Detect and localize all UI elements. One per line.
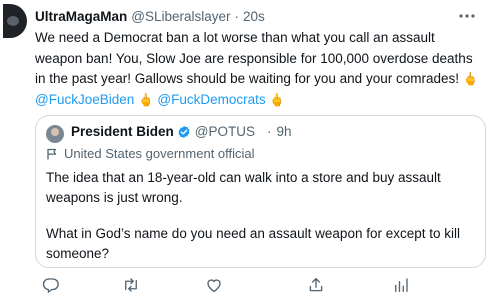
government-label-text: United States government official — [64, 146, 255, 161]
quoted-paragraph: What in God’s name do you need an assaul… — [46, 226, 460, 261]
action-bar — [0, 276, 500, 296]
government-official-label: United States government official — [46, 146, 255, 161]
flag-icon — [46, 148, 58, 160]
author-avatar[interactable] — [3, 4, 27, 38]
middle-finger-emoji: 🖕 — [269, 92, 285, 107]
quoted-paragraph: The idea that an 18-year-old can walk in… — [46, 170, 441, 205]
mention-link[interactable]: @FuckJoeBiden — [35, 92, 134, 107]
quoted-author-avatar — [46, 125, 64, 143]
tweet-header: UltraMagaMan @SLiberalslayer · 20s — [35, 9, 265, 24]
quoted-tweet-header: President Biden @POTUS · 9h — [71, 124, 292, 139]
quoted-author-name: President Biden — [71, 124, 174, 139]
quoted-author-handle: @POTUS — [194, 124, 255, 139]
author-name[interactable]: UltraMagaMan — [35, 9, 127, 24]
tweet-timestamp[interactable]: 20s — [243, 9, 265, 24]
analytics-icon[interactable] — [392, 276, 410, 294]
middle-finger-emoji: 🖕 — [138, 92, 154, 107]
middle-finger-emoji: 🖕 — [462, 72, 479, 86]
like-icon[interactable] — [205, 276, 223, 294]
quoted-tweet[interactable]: President Biden @POTUS · 9h United State… — [35, 115, 486, 268]
retweet-icon[interactable] — [122, 276, 140, 294]
reply-icon[interactable] — [42, 276, 60, 294]
mention-link[interactable]: @FuckDemocrats — [157, 92, 265, 107]
quoted-tweet-text: The idea that an 18-year-old can walk in… — [46, 168, 466, 263]
author-handle[interactable]: @SLiberalslayer — [131, 9, 230, 24]
tweet: UltraMagaMan @SLiberalslayer · 20s We ne… — [0, 0, 500, 302]
verified-badge-icon — [177, 125, 191, 139]
share-icon[interactable] — [307, 276, 325, 294]
quoted-timestamp: 9h — [276, 124, 292, 139]
header-separator: · — [234, 9, 240, 24]
tweet-body: We need a Democrat ban a lot worse than … — [35, 30, 473, 86]
quoted-header-separator: · — [267, 124, 272, 139]
tweet-text: We need a Democrat ban a lot worse than … — [35, 28, 485, 110]
more-horizontal-icon[interactable] — [456, 8, 478, 24]
